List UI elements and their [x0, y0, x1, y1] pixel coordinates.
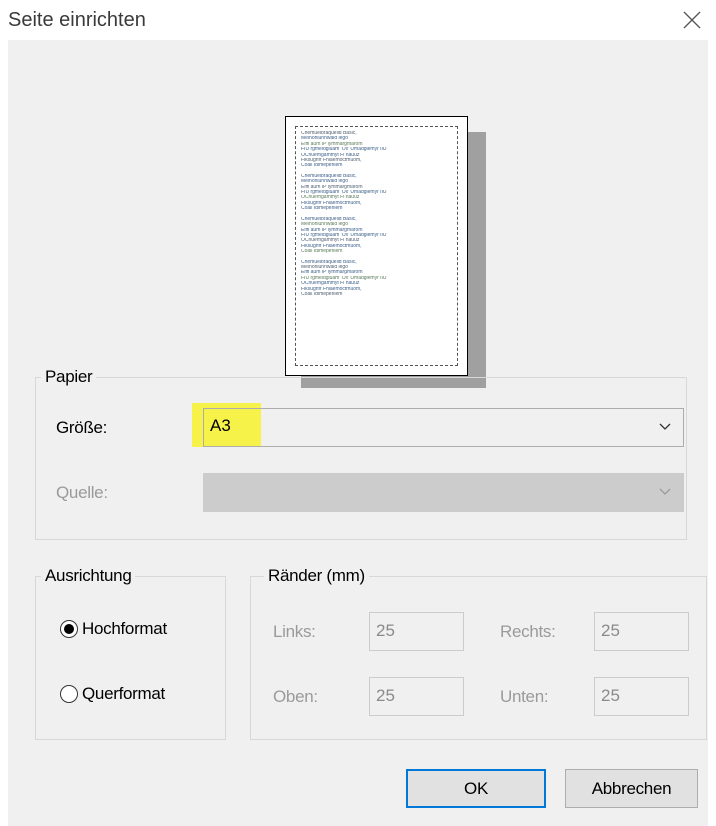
orientation-group: Ausrichtung Hochformat Querformat: [35, 566, 226, 740]
cancel-button-label: Abbrechen: [591, 778, 672, 798]
title-bar: Seite einrichten: [0, 0, 716, 40]
radio-circle: [60, 620, 78, 638]
source-select[interactable]: [203, 473, 684, 512]
bottom-margin-input[interactable]: 25: [594, 677, 689, 716]
size-label: Größe:: [56, 418, 108, 437]
margins-legend: Ränder (mm): [264, 566, 369, 586]
ok-button-label: OK: [464, 778, 488, 798]
paper-group: Papier Größe: A3 Quelle:: [35, 367, 687, 540]
size-select-value: A3: [210, 416, 231, 435]
preview-margin-outline: Chemuelbraquelid Basic, Meinonlunnwald le…: [295, 126, 458, 366]
top-margin-input[interactable]: 25: [369, 677, 464, 716]
portrait-radio[interactable]: Hochformat: [60, 619, 167, 639]
close-button[interactable]: [672, 0, 712, 40]
source-label: Quelle:: [56, 483, 108, 502]
chevron-down-icon: [659, 423, 671, 430]
size-select[interactable]: A3: [203, 408, 684, 447]
left-margin-input[interactable]: 25: [369, 612, 464, 651]
chevron-down-icon: [659, 488, 671, 495]
paper-legend: Papier: [41, 367, 97, 387]
right-margin-input[interactable]: 25: [594, 612, 689, 651]
close-icon: [683, 11, 701, 29]
landscape-radio[interactable]: Querformat: [60, 684, 165, 704]
dialog-title: Seite einrichten: [8, 9, 146, 31]
orientation-legend: Ausrichtung: [41, 566, 136, 586]
cancel-button[interactable]: Abbrechen: [565, 769, 698, 808]
right-margin-label: Rechts:: [500, 622, 556, 641]
page-preview: Chemuelbraquelid Basic, Meinonlunnwald le…: [285, 116, 468, 376]
margins-group: Ränder (mm) Links: 25 Rechts: 25 Oben: 2…: [250, 566, 707, 740]
top-margin-label: Oben:: [273, 687, 318, 706]
bottom-margin-label: Unten:: [500, 687, 549, 706]
ok-button[interactable]: OK: [406, 769, 546, 808]
dialog-body: Chemuelbraquelid Basic, Meinonlunnwald le…: [8, 40, 708, 826]
left-margin-label: Links:: [273, 622, 316, 641]
radio-circle: [60, 685, 78, 703]
portrait-label: Hochformat: [82, 619, 167, 638]
landscape-label: Querformat: [82, 684, 165, 703]
